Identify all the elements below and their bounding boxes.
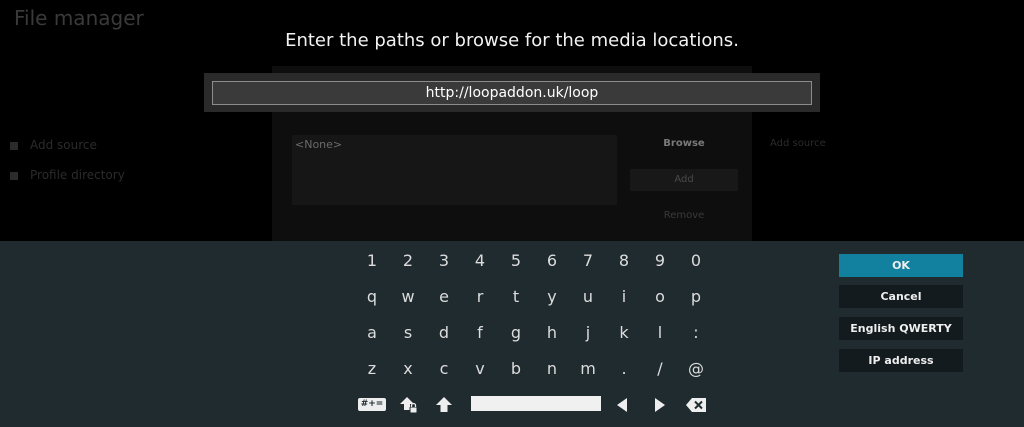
space-key[interactable] [471, 396, 601, 411]
cursor-right-key[interactable] [642, 386, 678, 422]
window-title: File manager [14, 6, 144, 30]
key-n[interactable]: n [534, 351, 570, 387]
key-at[interactable]: @ [678, 351, 714, 387]
key-slash[interactable]: / [642, 351, 678, 387]
right-arrow-icon [655, 397, 665, 412]
key-q[interactable]: q [354, 279, 390, 315]
key-colon[interactable]: : [678, 315, 714, 351]
key-8[interactable]: 8 [606, 243, 642, 279]
key-9[interactable]: 9 [642, 243, 678, 279]
key-u[interactable]: u [570, 279, 606, 315]
sidebar-item-add-source: Add source [10, 138, 97, 152]
ok-button[interactable]: OK [839, 254, 963, 277]
background-remove-button: Remove [663, 210, 705, 221]
folder-icon [10, 171, 18, 180]
key-w[interactable]: w [390, 279, 426, 315]
key-g[interactable]: g [498, 315, 534, 351]
key-a[interactable]: a [354, 315, 390, 351]
key-p[interactable]: p [678, 279, 714, 315]
folder-icon [10, 141, 18, 150]
key-h[interactable]: h [534, 315, 570, 351]
key-6[interactable]: 6 [534, 243, 570, 279]
key-r[interactable]: r [462, 279, 498, 315]
keyboard-layout-button[interactable]: English QWERTY [839, 317, 963, 340]
left-arrow-icon [617, 397, 627, 412]
caps-lock-key[interactable] [390, 386, 426, 422]
key-0[interactable]: 0 [678, 243, 714, 279]
key-4[interactable]: 4 [462, 243, 498, 279]
key-2[interactable]: 2 [390, 243, 426, 279]
cursor-left-key[interactable] [604, 386, 640, 422]
caps-lock-icon [400, 396, 418, 413]
key-3[interactable]: 3 [426, 243, 462, 279]
symbols-key[interactable]: #+= [354, 386, 390, 422]
key-z[interactable]: z [354, 351, 390, 387]
sidebar-item-profile-directory: Profile directory [10, 168, 125, 182]
key-o[interactable]: o [642, 279, 678, 315]
background-browse-button: Browse [663, 138, 705, 149]
key-s[interactable]: s [390, 315, 426, 351]
key-e[interactable]: e [426, 279, 462, 315]
key-1[interactable]: 1 [354, 243, 390, 279]
url-input[interactable]: http://loopaddon.uk/loop [212, 81, 812, 105]
key-7[interactable]: 7 [570, 243, 606, 279]
key-c[interactable]: c [426, 351, 462, 387]
key-v[interactable]: v [462, 351, 498, 387]
key-l[interactable]: l [642, 315, 678, 351]
key-f[interactable]: f [462, 315, 498, 351]
key-period[interactable]: . [606, 351, 642, 387]
background-add-button: Add [630, 169, 738, 191]
backspace-icon [686, 397, 706, 412]
background-right-text: Add source [770, 138, 826, 149]
key-j[interactable]: j [570, 315, 606, 351]
shift-icon [436, 396, 452, 412]
key-i[interactable]: i [606, 279, 642, 315]
background-none-item: <None> [295, 138, 343, 151]
key-k[interactable]: k [606, 315, 642, 351]
key-5[interactable]: 5 [498, 243, 534, 279]
cancel-button[interactable]: Cancel [839, 285, 963, 308]
key-x[interactable]: x [390, 351, 426, 387]
dialog-heading: Enter the paths or browse for the media … [285, 30, 739, 51]
key-b[interactable]: b [498, 351, 534, 387]
backspace-key[interactable] [678, 386, 714, 422]
key-t[interactable]: t [498, 279, 534, 315]
key-m[interactable]: m [570, 351, 606, 387]
key-y[interactable]: y [534, 279, 570, 315]
ip-address-button[interactable]: IP address [839, 349, 963, 372]
symbols-key-label: #+= [357, 398, 387, 411]
key-d[interactable]: d [426, 315, 462, 351]
shift-key[interactable] [426, 386, 462, 422]
